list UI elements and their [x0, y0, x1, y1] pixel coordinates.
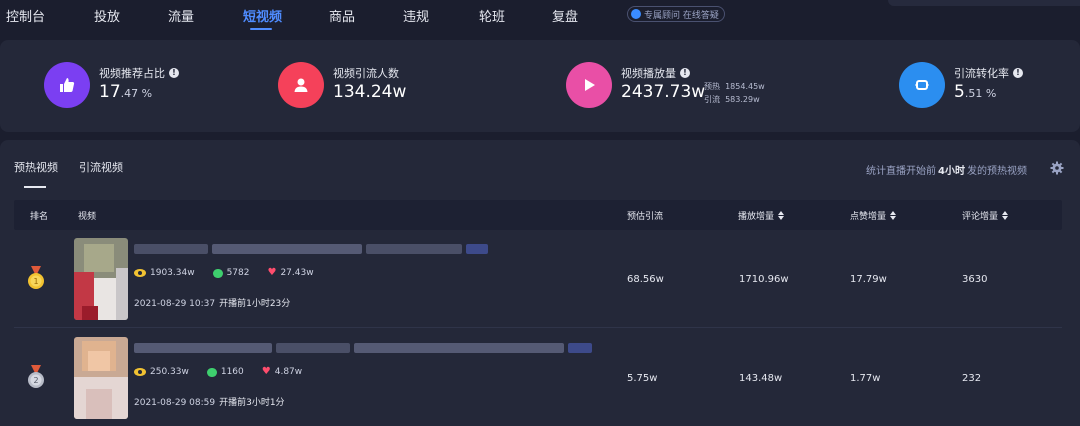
sort-icon[interactable]: [778, 211, 785, 220]
col-comment-inc[interactable]: 评论增量: [962, 209, 1009, 222]
user-icon: [278, 62, 324, 108]
gold-medal-icon: 1: [28, 266, 44, 289]
top-nav: 控制台 投放 流量 短视频 商品 违规 轮班 复盘 专属顾问 在线答疑: [0, 0, 1080, 34]
info-icon[interactable]: !: [680, 68, 690, 78]
stat-label: 视频播放量: [621, 67, 676, 80]
col-video: 视频: [78, 212, 97, 222]
stat-value: 134.24w: [333, 82, 407, 102]
stat-label: 视频推荐占比: [99, 67, 165, 80]
play-inc-value: 143.48w: [739, 373, 783, 384]
stat-value: 5: [954, 82, 965, 102]
subtab-traffic-videos[interactable]: 引流视频: [79, 159, 123, 175]
views-icon: [134, 368, 146, 376]
comments-value: 1160: [220, 367, 244, 377]
comments-icon: [212, 268, 223, 278]
subtab-preheat-videos[interactable]: 预热视频: [14, 159, 58, 175]
video-publish-time: 2021-08-29 08:59 开播前3小时1分: [134, 398, 285, 408]
heart-icon: ♥: [261, 366, 271, 377]
video-metrics: 1903.34w 5782 ♥ 27.43w: [134, 268, 332, 278]
top-right-panel-edge: [888, 0, 1080, 6]
stat-label: 视频引流人数: [333, 67, 399, 80]
col-rank: 排名: [30, 212, 49, 222]
stat-sub-preheat: 预热 1854.45w: [704, 82, 765, 91]
col-play-inc[interactable]: 播放增量: [738, 209, 785, 222]
views-icon: [134, 269, 146, 277]
video-title-blurred: [134, 343, 592, 353]
tab-short-video[interactable]: 短视频: [243, 6, 282, 25]
active-tab-indicator: [250, 28, 272, 30]
table-row[interactable]: 2 250.33w 1160 ♥ 4.87w 2021-08-29 08:59 开播…: [14, 329, 1062, 426]
table-row[interactable]: 1 1903.34w 5782 ♥ 27.43w 2021-08-29 10:37…: [14, 230, 1062, 328]
comments-icon: [206, 367, 217, 377]
tab-ads[interactable]: 投放: [94, 6, 120, 25]
est-traffic-value: 68.56w: [627, 274, 664, 285]
video-thumbnail[interactable]: [74, 337, 128, 419]
likes-value: 27.43w: [280, 268, 314, 278]
stat-sub-traffic: 引流 583.29w: [704, 95, 760, 104]
comment-inc-value: 3630: [962, 274, 988, 285]
active-subtab-indicator: [24, 186, 46, 188]
table-header: 排名 视频 预估引流 播放增量 点赞增量 评论增量: [14, 200, 1062, 230]
tab-review[interactable]: 复盘: [552, 6, 578, 25]
play-inc-value: 1710.96w: [739, 274, 789, 285]
est-traffic-value: 5.75w: [627, 373, 658, 384]
stat-label: 引流转化率: [954, 67, 1009, 80]
gear-icon[interactable]: [1050, 161, 1064, 175]
thumbs-up-icon: [44, 62, 90, 108]
consultant-button[interactable]: 专属顾问 在线答疑: [627, 6, 725, 22]
tab-console[interactable]: 控制台: [6, 6, 45, 25]
info-icon[interactable]: !: [1013, 68, 1023, 78]
svg-text:1: 1: [33, 277, 38, 286]
comment-inc-value: 232: [962, 373, 982, 384]
col-like-inc[interactable]: 点赞增量: [850, 209, 897, 222]
like-inc-value: 17.79w: [850, 274, 887, 285]
stat-value: 2437.73w: [621, 82, 706, 102]
video-thumbnail[interactable]: [74, 238, 128, 320]
chat-icon: [631, 9, 641, 19]
stat-value-decimal: .47 %: [120, 87, 153, 100]
like-inc-value: 1.77w: [850, 373, 881, 384]
info-icon[interactable]: !: [169, 68, 179, 78]
tab-products[interactable]: 商品: [329, 6, 355, 25]
stat-note: 统计直播开始前 4小时 发的预热视频: [866, 166, 1027, 177]
video-metrics: 250.33w 1160 ♥ 4.87w: [134, 367, 320, 377]
likes-value: 4.87w: [274, 367, 303, 377]
comments-value: 5782: [226, 268, 250, 278]
tab-violations[interactable]: 违规: [403, 6, 429, 25]
play-icon: [566, 62, 612, 108]
sort-icon[interactable]: [890, 211, 897, 220]
video-publish-time: 2021-08-29 10:37 开播前1小时23分: [134, 299, 291, 309]
stat-value: 17: [99, 82, 121, 102]
conversion-icon: [899, 62, 945, 108]
views-value: 1903.34w: [150, 268, 195, 278]
views-value: 250.33w: [150, 367, 189, 377]
video-title-blurred: [134, 244, 488, 254]
heart-icon: ♥: [267, 267, 277, 278]
col-est-traffic: 预估引流: [627, 212, 664, 222]
stat-value-decimal: .51 %: [964, 87, 997, 100]
stats-panel: 视频推荐占比! 17.47 % 视频引流人数 134.24w 视频播放量! 24…: [0, 40, 1080, 132]
consultant-label: 专属顾问 在线答疑: [644, 10, 719, 21]
silver-medal-icon: 2: [28, 365, 44, 388]
svg-text:2: 2: [33, 376, 38, 385]
tab-traffic[interactable]: 流量: [168, 6, 194, 25]
sort-icon[interactable]: [1002, 211, 1009, 220]
tab-shifts[interactable]: 轮班: [479, 6, 505, 25]
video-content-panel: 预热视频 引流视频 统计直播开始前 4小时 发的预热视频 排名 视频 预估引流 播放…: [0, 140, 1080, 426]
